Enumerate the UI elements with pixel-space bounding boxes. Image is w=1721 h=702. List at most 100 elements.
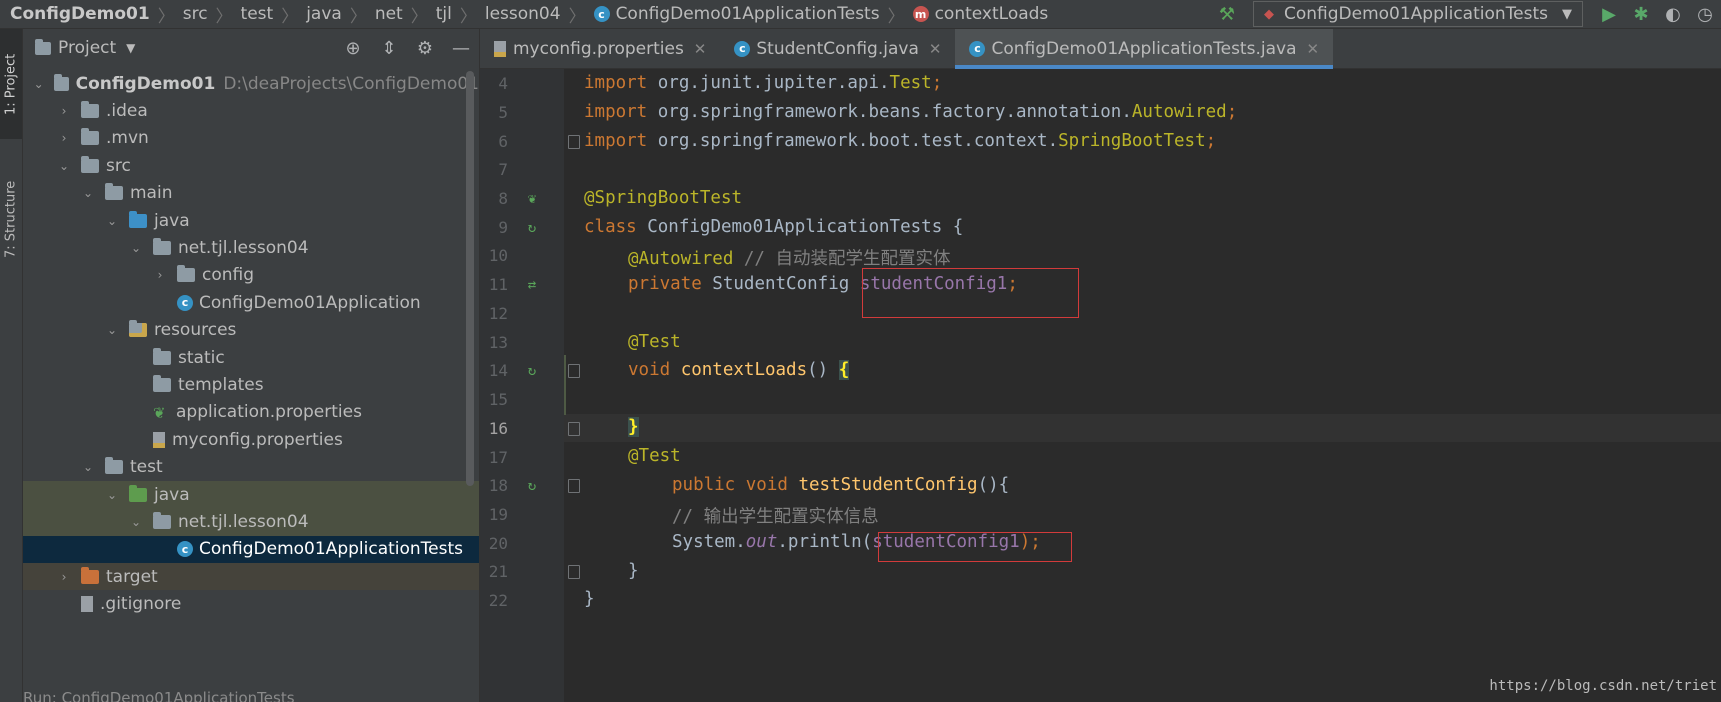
tree-item-idea[interactable]: › .idea bbox=[23, 97, 479, 124]
tree-item-application-class[interactable]: c ConfigDemo01Application bbox=[23, 289, 479, 316]
chevron-right-icon[interactable]: › bbox=[153, 268, 167, 282]
run-configuration-select[interactable]: ◆ ConfigDemo01ApplicationTests ▼ bbox=[1252, 1, 1583, 27]
spring-leaf-icon: ❦ bbox=[153, 403, 166, 422]
breadcrumb-separator: 〉 bbox=[568, 6, 586, 27]
tool-tab-structure[interactable]: 7: Structure bbox=[0, 154, 22, 284]
build-hammer-icon[interactable]: ⚒ bbox=[1211, 0, 1243, 28]
tree-item-test-java[interactable]: ⌄ java bbox=[23, 480, 479, 509]
fold-marker-icon[interactable] bbox=[568, 364, 580, 378]
tree-item-myconfig-properties[interactable]: myconfig.properties bbox=[23, 426, 479, 453]
chevron-down-icon[interactable]: ⌄ bbox=[57, 159, 71, 173]
chevron-down-icon[interactable]: ⌄ bbox=[81, 460, 95, 474]
fold-marker-icon[interactable] bbox=[568, 422, 580, 436]
breadcrumb-java[interactable]: java bbox=[302, 4, 346, 24]
chevron-down-icon[interactable]: ⌄ bbox=[129, 241, 143, 255]
line-number: 10 bbox=[488, 246, 508, 265]
tool-tab-project[interactable]: 1: Project bbox=[0, 29, 22, 139]
breadcrumb-separator: 〉 bbox=[215, 6, 233, 27]
chevron-down-icon[interactable]: ⌄ bbox=[105, 488, 119, 502]
module-folder-icon bbox=[54, 73, 69, 91]
tree-item-main-java[interactable]: ⌄ java bbox=[23, 207, 479, 234]
breadcrumb-separator: 〉 bbox=[349, 6, 367, 27]
tree-item-main-package[interactable]: ⌄ net.tjl.lesson04 bbox=[23, 234, 479, 261]
tree-item-test[interactable]: ⌄ test bbox=[23, 453, 479, 480]
breadcrumb-net[interactable]: net bbox=[371, 4, 407, 24]
run-test-icon[interactable]: ↻ bbox=[524, 363, 540, 379]
toolbar-right: ⚒ ◆ ConfigDemo01ApplicationTests ▼ ▶ ✱ ◐… bbox=[1211, 0, 1721, 28]
run-status-text: Run: ConfigDemo01ApplicationTests bbox=[23, 689, 295, 702]
gear-icon[interactable]: ⚙ bbox=[407, 38, 443, 59]
spring-bean-icon[interactable]: ❦ bbox=[524, 191, 540, 207]
tab-myconfig-properties[interactable]: myconfig.properties ✕ bbox=[480, 29, 720, 68]
project-view-select[interactable]: Project ▼ bbox=[35, 38, 135, 58]
tree-item-target[interactable]: › target bbox=[23, 563, 479, 591]
tree-item-configdemo01[interactable]: ⌄ ConfigDemo01 D:\deaProjects\ConfigDemo… bbox=[23, 70, 479, 97]
line-number: 5 bbox=[498, 103, 508, 122]
collapse-all-icon[interactable]: ⇕ bbox=[371, 38, 407, 59]
left-tool-stripe: 1: Project 7: Structure bbox=[0, 29, 23, 702]
run-test-icon[interactable]: ↻ bbox=[524, 220, 540, 236]
package-name: org.springframework.beans.factory.annota… bbox=[647, 102, 1132, 122]
chevron-right-icon[interactable]: › bbox=[57, 131, 71, 145]
editor-tabs: myconfig.properties ✕ c StudentConfig.ja… bbox=[480, 29, 1721, 69]
tree-item-main[interactable]: ⌄ main bbox=[23, 180, 479, 207]
tree-item-config[interactable]: › config bbox=[23, 262, 479, 289]
breadcrumb-separator: 〉 bbox=[887, 6, 905, 27]
highlight-box bbox=[878, 532, 1072, 562]
navigation-bar: ConfigDemo01 〉 src 〉 test 〉 java 〉 net 〉 tjl 〉… bbox=[0, 0, 1721, 29]
run-test-icon[interactable]: ↻ bbox=[524, 478, 540, 494]
tree-item-label: .idea bbox=[106, 101, 148, 122]
chevron-down-icon[interactable]: ⌄ bbox=[105, 323, 119, 337]
minimize-icon[interactable]: — bbox=[443, 38, 479, 59]
tree-item-application-properties[interactable]: ❦ application.properties bbox=[23, 399, 479, 426]
chevron-down-icon: ▼ bbox=[126, 41, 136, 55]
close-icon[interactable]: ✕ bbox=[1306, 40, 1319, 58]
project-scrollbar[interactable] bbox=[466, 71, 474, 486]
line-number: 22 bbox=[488, 591, 508, 610]
breadcrumb-class[interactable]: c ConfigDemo01ApplicationTests bbox=[590, 4, 884, 24]
profile-icon[interactable]: ◷ bbox=[1689, 0, 1721, 28]
breadcrumb-separator: 〉 bbox=[410, 6, 428, 27]
breadcrumb-method[interactable]: m contextLoads bbox=[909, 4, 1053, 24]
fold-marker-icon[interactable] bbox=[568, 479, 580, 493]
brace: } bbox=[628, 561, 639, 581]
breadcrumb-lesson04[interactable]: lesson04 bbox=[481, 4, 565, 24]
tree-item-test-package[interactable]: ⌄ net.tjl.lesson04 bbox=[23, 508, 479, 536]
breadcrumb-src[interactable]: src bbox=[179, 4, 212, 24]
watermark: https://blog.csdn.net/triet bbox=[1489, 678, 1717, 694]
code-line-17: @Test bbox=[628, 446, 681, 466]
chevron-right-icon[interactable]: › bbox=[57, 570, 71, 584]
tab-studentconfig-java[interactable]: c StudentConfig.java ✕ bbox=[720, 29, 955, 68]
close-icon[interactable]: ✕ bbox=[929, 40, 942, 58]
chevron-down-icon[interactable]: ⌄ bbox=[33, 77, 44, 91]
code-line-6: import org.springframework.boot.test.con… bbox=[584, 131, 1216, 151]
locate-target-icon[interactable]: ⊕ bbox=[335, 38, 371, 59]
tree-item-resources[interactable]: ⌄ resources bbox=[23, 317, 479, 344]
run-icon[interactable]: ▶ bbox=[1593, 0, 1625, 28]
coverage-icon[interactable]: ◐ bbox=[1657, 0, 1689, 28]
tree-item-templates[interactable]: templates bbox=[23, 371, 479, 398]
fold-marker-icon[interactable] bbox=[568, 565, 580, 579]
chevron-down-icon[interactable]: ⌄ bbox=[105, 214, 119, 228]
chevron-down-icon[interactable]: ⌄ bbox=[129, 515, 143, 529]
brace: } bbox=[584, 589, 595, 609]
chevron-right-icon[interactable]: › bbox=[57, 104, 71, 118]
type-name: StudentConfig bbox=[701, 274, 860, 294]
project-panel: Project ▼ ⊕ ⇕ ⚙ — ⌄ ConfigDemo01 D:\deaP… bbox=[23, 29, 480, 702]
tree-item-tests-class[interactable]: c ConfigDemo01ApplicationTests bbox=[23, 535, 479, 564]
breadcrumb-test[interactable]: test bbox=[237, 4, 278, 24]
chevron-down-icon[interactable]: ⌄ bbox=[81, 186, 95, 200]
keyword: public void bbox=[672, 475, 788, 495]
tab-configdemo01applicationtests-java[interactable]: c ConfigDemo01ApplicationTests.java ✕ bbox=[955, 29, 1334, 69]
tree-item-static[interactable]: static bbox=[23, 344, 479, 371]
tree-item-src[interactable]: ⌄ src bbox=[23, 152, 479, 179]
fold-marker-icon[interactable] bbox=[568, 135, 580, 149]
code-editor[interactable]: 4 5 6 7 8 9 10 11 12 13 14 15 16 17 18 1… bbox=[480, 69, 1721, 702]
breadcrumb-project[interactable]: ConfigDemo01 bbox=[0, 4, 154, 24]
tree-item-gitignore[interactable]: .gitignore bbox=[23, 590, 479, 617]
breadcrumb-tjl[interactable]: tjl bbox=[432, 4, 456, 24]
close-icon[interactable]: ✕ bbox=[694, 40, 707, 58]
debug-bug-icon[interactable]: ✱ bbox=[1625, 0, 1657, 28]
tree-item-mvn[interactable]: › .mvn bbox=[23, 125, 479, 152]
autowired-navigate-icon[interactable]: ⇄ bbox=[524, 277, 540, 293]
